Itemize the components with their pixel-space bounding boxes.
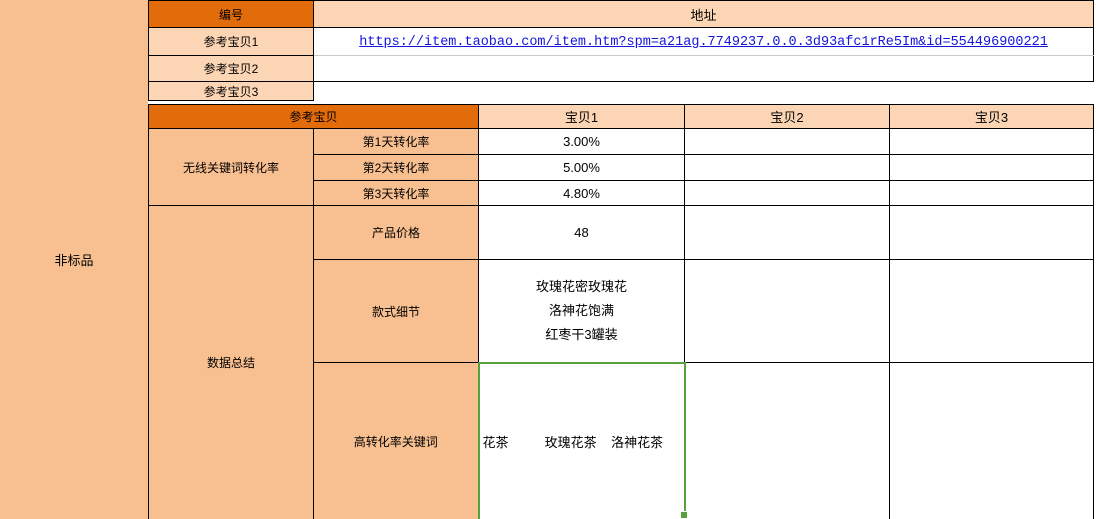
- ref-item2-label-cell[interactable]: 参考宝贝2: [149, 56, 314, 82]
- style-item3-cell[interactable]: [890, 260, 1094, 363]
- day1-conversion-label-cell[interactable]: 第1天转化率: [314, 129, 479, 155]
- price-item2-cell[interactable]: [685, 206, 890, 260]
- day2-conversion-label-cell[interactable]: 第2天转化率: [314, 155, 479, 181]
- selected-keywords-cell[interactable]: 花茶 玫瑰花茶 洛神花茶: [479, 363, 685, 519]
- day2-conversion-label: 第2天转化率: [363, 161, 430, 175]
- taobao-item-link[interactable]: https://item.taobao.com/item.htm?spm=a21…: [359, 35, 1048, 50]
- item2-column-label: 宝贝2: [770, 110, 803, 125]
- style-item2-cell[interactable]: [685, 260, 890, 363]
- id-header-cell[interactable]: 编号: [149, 1, 314, 28]
- address-header-label: 地址: [690, 8, 716, 23]
- style-item1-cell[interactable]: 玫瑰花密玫瑰花 洛神花饱满 红枣干3罐装: [479, 260, 685, 363]
- reference-url-table: 编号 地址 参考宝贝1 https://item.taobao.com/item…: [148, 0, 1094, 101]
- spreadsheet: 非标品 编号 地址 参考宝贝1 https://item.taobao.com/…: [0, 0, 1096, 519]
- day1-conversion-item2-cell[interactable]: [685, 129, 890, 155]
- day1-conversion-item3-cell[interactable]: [890, 129, 1094, 155]
- ref-item3-label: 参考宝贝3: [204, 85, 259, 99]
- price-label: 产品价格: [372, 226, 420, 240]
- day2-conversion-item2-cell[interactable]: [685, 155, 890, 181]
- style-detail-line: 洛神花饱满: [479, 299, 684, 323]
- day1-conversion-label: 第1天转化率: [363, 135, 430, 149]
- keywords-label-cell[interactable]: 高转化率关键词: [314, 363, 479, 519]
- ref-item1-url-cell[interactable]: https://item.taobao.com/item.htm?spm=a21…: [314, 28, 1094, 56]
- day3-conversion-item1-cell[interactable]: 4.80%: [479, 181, 685, 206]
- price-item1-cell[interactable]: 48: [479, 206, 685, 260]
- id-header-label: 编号: [219, 8, 243, 22]
- keywords-item2-cell[interactable]: [685, 363, 890, 519]
- style-label: 款式细节: [372, 305, 420, 319]
- style-detail-line: 玫瑰花密玫瑰花: [479, 275, 684, 299]
- day3-conversion-label-cell[interactable]: 第3天转化率: [314, 181, 479, 206]
- day3-conversion-label: 第3天转化率: [363, 187, 430, 201]
- day1-conversion-item1-cell[interactable]: 3.00%: [479, 129, 685, 155]
- day3-conversion-item2-cell[interactable]: [685, 181, 890, 206]
- style-detail-line: 红枣干3罐装: [479, 323, 684, 347]
- summary-group-cell[interactable]: 数据总结: [149, 206, 314, 519]
- keywords-item1-text: 花茶 玫瑰花茶 洛神花茶: [480, 432, 684, 451]
- ref-item3-url-cell[interactable]: [314, 82, 1094, 101]
- ref-item1-label: 参考宝贝1: [204, 35, 259, 49]
- ref-item2-url-cell[interactable]: [314, 56, 1094, 82]
- address-header-cell[interactable]: 地址: [314, 1, 1094, 28]
- fill-handle[interactable]: [680, 511, 688, 519]
- summary-group-label: 数据总结: [207, 356, 255, 370]
- conversion-group-cell[interactable]: 无线关键词转化率: [149, 129, 314, 206]
- ref-group-header-label: 参考宝贝: [290, 110, 338, 124]
- keywords-label: 高转化率关键词: [354, 435, 438, 449]
- day2-conversion-item3-cell[interactable]: [890, 155, 1094, 181]
- item2-column-header-cell[interactable]: 宝贝2: [685, 105, 890, 129]
- price-label-cell[interactable]: 产品价格: [314, 206, 479, 260]
- day2-conversion-item1-cell[interactable]: 5.00%: [479, 155, 685, 181]
- ref-item2-label: 参考宝贝2: [204, 62, 259, 76]
- ref-item3-label-cell[interactable]: 参考宝贝3: [149, 82, 314, 101]
- day3-conversion-item3-cell[interactable]: [890, 181, 1094, 206]
- item1-column-label: 宝贝1: [565, 110, 598, 125]
- price-item3-cell[interactable]: [890, 206, 1094, 260]
- style-label-cell[interactable]: 款式细节: [314, 260, 479, 363]
- item3-column-header-cell[interactable]: 宝贝3: [890, 105, 1094, 129]
- keywords-item3-cell[interactable]: [890, 363, 1094, 519]
- data-table: 参考宝贝 宝贝1 宝贝2 宝贝3 无线关键词转化率 第1天转化率 3.00%: [148, 104, 1094, 519]
- item3-column-label: 宝贝3: [975, 110, 1008, 125]
- category-cell[interactable]: 非标品: [0, 0, 148, 519]
- item1-column-header-cell[interactable]: 宝贝1: [479, 105, 685, 129]
- ref-item1-label-cell[interactable]: 参考宝贝1: [149, 28, 314, 56]
- category-label: 非标品: [54, 250, 93, 269]
- ref-group-header-cell[interactable]: 参考宝贝: [149, 105, 479, 129]
- conversion-group-label: 无线关键词转化率: [183, 161, 279, 175]
